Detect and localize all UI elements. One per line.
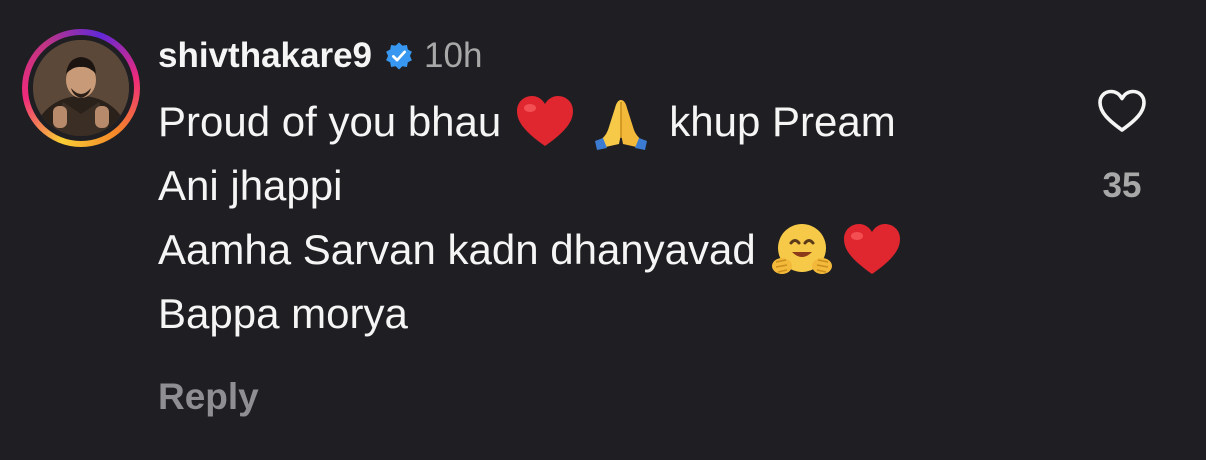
- comment-line-text: Aamha Sarvan kadn dhanyavad: [158, 226, 756, 273]
- like-count[interactable]: 35: [1090, 166, 1154, 206]
- comment-line: Aamha Sarvan kadn dhanyavad: [158, 218, 910, 282]
- red-heart-emoji: [515, 94, 575, 150]
- hugging-face-emoji: [771, 222, 832, 278]
- red-heart-emoji: [842, 222, 902, 278]
- comment-line-text: khup Pream: [669, 98, 896, 145]
- verified-badge-icon: [384, 41, 414, 71]
- folded-hands-emoji: [591, 94, 651, 150]
- reply-button[interactable]: Reply: [158, 376, 259, 418]
- comment-line: Ani jhappi: [158, 154, 910, 218]
- comment-line-text: Bappa morya: [158, 290, 408, 337]
- heart-outline-icon[interactable]: [1096, 88, 1148, 134]
- username[interactable]: shivthakare9: [158, 36, 372, 76]
- comment-line: Proud of you bhau khup Pream: [158, 90, 910, 154]
- comment-line-text: Ani jhappi: [158, 162, 343, 209]
- comment-text: Proud of you bhau khup Pream Ani jhappi …: [158, 90, 910, 346]
- story-ring[interactable]: [22, 29, 140, 147]
- comment-timestamp[interactable]: 10h: [424, 36, 482, 76]
- comment-item: shivthakare9 10h Proud of you bhau khup …: [0, 0, 1206, 460]
- avatar-photo: [33, 40, 129, 136]
- comment-line-text: Proud of you bhau: [158, 98, 502, 145]
- avatar[interactable]: [33, 40, 129, 136]
- comment-header: shivthakare9 10h: [158, 34, 482, 78]
- comment-line: Bappa morya: [158, 282, 910, 346]
- like-control: [1094, 88, 1150, 134]
